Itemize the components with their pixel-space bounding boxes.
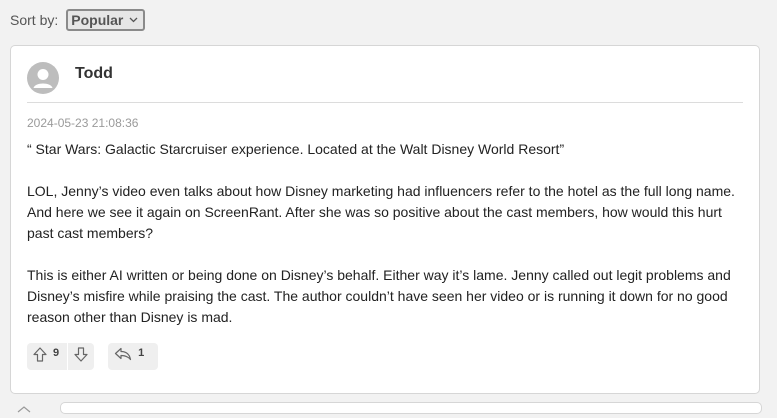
sort-select[interactable]: Popular bbox=[66, 9, 146, 31]
next-comment-indicator bbox=[17, 400, 31, 413]
comment-timestamp: 2024-05-23 21:08:36 bbox=[27, 116, 139, 130]
next-comment-card bbox=[60, 402, 762, 414]
upvote-button[interactable]: 9 bbox=[33, 347, 59, 367]
comment-paragraph: “ Star Wars: Galactic Starcruiser experi… bbox=[27, 141, 565, 157]
comment-actions: 9 1 bbox=[27, 343, 159, 370]
reply-icon bbox=[114, 347, 132, 366]
comment-paragraph: LOL, Jenny’s video even talks about how … bbox=[27, 183, 735, 241]
comment-author[interactable]: Todd bbox=[75, 65, 113, 83]
arrow-up-icon bbox=[33, 346, 47, 367]
reply-count: 1 bbox=[138, 346, 145, 359]
arrow-down-icon bbox=[74, 346, 88, 367]
comment-header: Todd bbox=[27, 62, 743, 103]
vote-divider bbox=[67, 343, 69, 370]
user-avatar-icon bbox=[27, 62, 59, 94]
sort-label: Sort by: bbox=[10, 12, 59, 28]
comment-body: “ Star Wars: Galactic Starcruiser experi… bbox=[27, 139, 747, 328]
reply-button[interactable]: 1 bbox=[108, 343, 159, 370]
sort-selected-value: Popular bbox=[71, 12, 124, 28]
upvote-count: 9 bbox=[53, 346, 60, 359]
comment-paragraph: This is either AI written or being done … bbox=[27, 267, 731, 325]
comment-card: Todd 2024-05-23 21:08:36 “ Star Wars: Ga… bbox=[10, 45, 760, 394]
sort-bar: Sort by: Popular bbox=[10, 8, 146, 32]
chevron-down-icon bbox=[129, 17, 138, 23]
downvote-button[interactable] bbox=[74, 346, 88, 367]
vote-group: 9 bbox=[27, 343, 95, 370]
